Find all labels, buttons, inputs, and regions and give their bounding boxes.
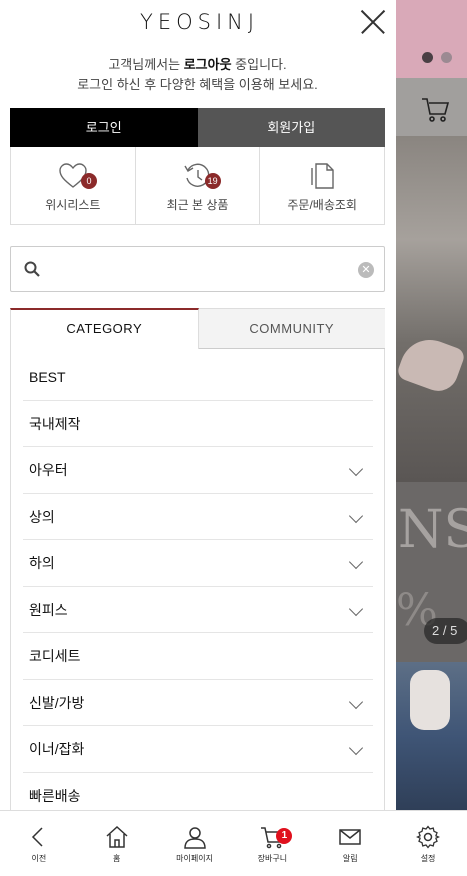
cart-count-badge: 1 [276, 828, 293, 844]
nav-back[interactable]: 이전 [0, 811, 78, 876]
category-list: BEST 국내제작아우터상의하의원피스코디세트신발/가방이너/잡화빠른배송 [23, 354, 373, 810]
category-item[interactable]: 상의 [23, 494, 373, 540]
background-promo-letter: NS [398, 500, 467, 560]
nav-cart-label: 장바구니 [257, 854, 288, 863]
category-label: 아우터 [29, 462, 68, 478]
nav-settings-label: 설정 [420, 854, 436, 863]
login-button[interactable]: 로그인 [10, 108, 198, 147]
nav-home-label: 홈 [113, 854, 121, 863]
background-person-image [410, 670, 450, 730]
brand-logo[interactable]: YEOSINJ [140, 10, 259, 34]
quick-links: 0 위시리스트 19 최근 본 상품 주문/배송조회 [10, 147, 385, 225]
background-banner [396, 0, 467, 78]
auth-buttons: 로그인 회원가입 [10, 108, 385, 147]
category-item[interactable]: 아우터 [23, 447, 373, 494]
recently-viewed-link[interactable]: 19 최근 본 상품 [136, 147, 261, 224]
category-label: 상의 [29, 508, 55, 525]
nav-cart[interactable]: 1 장바구니 [233, 811, 311, 876]
background-page: NS % 2 / 5 [396, 0, 467, 876]
recently-viewed-label: 최근 본 상품 [166, 198, 229, 212]
category-item[interactable]: 빠른배송 [23, 773, 373, 811]
category-item[interactable]: BEST [23, 354, 373, 401]
chevron-down-icon[interactable] [348, 461, 364, 477]
background-cart-icon [422, 98, 450, 122]
greeting-line-2: 로그인 하신 후 다양한 혜택을 이용해 보세요. [77, 77, 318, 92]
document-icon [311, 163, 334, 189]
login-status-message: 고객님께서는 로그아웃 중입니다. 로그인 하신 후 다양한 혜택을 이용해 보… [10, 55, 385, 95]
nav-mypage-label: 마이페이지 [176, 854, 213, 863]
signup-button[interactable]: 회원가입 [197, 108, 385, 147]
tab-category[interactable]: CATEGORY [10, 308, 199, 349]
chevron-down-icon[interactable] [348, 740, 364, 756]
background-product-photo [396, 136, 467, 482]
greeting-line-1: 고객님께서는 로그아웃 중입니다. [108, 57, 287, 72]
background-slider-dots [422, 52, 452, 63]
wishlist-link[interactable]: 0 위시리스트 [11, 147, 136, 224]
category-item[interactable]: 하의 [23, 540, 373, 587]
logout-status: 로그아웃 [183, 57, 232, 72]
category-item[interactable]: 신발/가방 [23, 680, 373, 726]
chevron-down-icon[interactable] [348, 601, 364, 616]
side-drawer: YEOSINJ 고객님께서는 로그아웃 중입니다. 로그인 하신 후 다양한 혜… [0, 0, 396, 810]
menu-tabs: CATEGORY COMMUNITY [10, 308, 385, 349]
category-item[interactable]: 국내제작 [23, 401, 373, 447]
tab-community[interactable]: COMMUNITY [198, 308, 385, 349]
nav-back-label: 이전 [31, 854, 47, 863]
nav-settings[interactable]: 설정 [389, 811, 467, 876]
recently-viewed-count-badge: 19 [204, 173, 221, 189]
bottom-navigation: 이전 홈 마이페이지 1 장바구니 알림 설정 [0, 810, 467, 876]
search-box: ✕ [10, 246, 385, 292]
home-icon [106, 825, 128, 848]
user-icon [183, 827, 206, 849]
mail-icon [339, 829, 361, 845]
wishlist-label: 위시리스트 [45, 198, 101, 212]
order-tracking-label: 주문/배송조회 [287, 198, 357, 212]
nav-mypage[interactable]: 마이페이지 [156, 811, 234, 876]
category-item[interactable]: 이너/잡화 [23, 726, 373, 773]
category-label: 신발/가방 [29, 694, 85, 711]
category-label: 국내제작 [29, 415, 81, 432]
category-panel: BEST 국내제작아우터상의하의원피스코디세트신발/가방이너/잡화빠른배송 [10, 349, 385, 810]
nav-notifications-label: 알림 [342, 854, 358, 863]
background-slider-counter: 2 / 5 [424, 618, 467, 644]
chevron-down-icon[interactable] [348, 694, 364, 709]
wishlist-count-badge: 0 [81, 173, 97, 189]
close-button[interactable] [360, 9, 386, 35]
clear-search-icon[interactable]: ✕ [358, 262, 374, 278]
category-label: 코디세트 [29, 648, 81, 664]
category-label: 원피스 [29, 601, 68, 618]
search-input[interactable] [51, 255, 351, 283]
category-label: BEST [29, 369, 66, 385]
nav-notifications[interactable]: 알림 [311, 811, 389, 876]
nav-home[interactable]: 홈 [78, 811, 156, 876]
order-tracking-link[interactable]: 주문/배송조회 [260, 147, 384, 224]
category-item[interactable]: 원피스 [23, 587, 373, 633]
chevron-down-icon[interactable] [348, 554, 364, 570]
category-label: 하의 [29, 555, 55, 571]
gear-icon [416, 825, 441, 849]
back-arrow-icon [31, 827, 43, 847]
category-item[interactable]: 코디세트 [23, 633, 373, 680]
chevron-down-icon[interactable] [348, 508, 364, 523]
category-label: 이너/잡화 [29, 741, 85, 757]
category-label: 빠른배송 [29, 787, 81, 804]
search-icon[interactable] [24, 261, 40, 277]
